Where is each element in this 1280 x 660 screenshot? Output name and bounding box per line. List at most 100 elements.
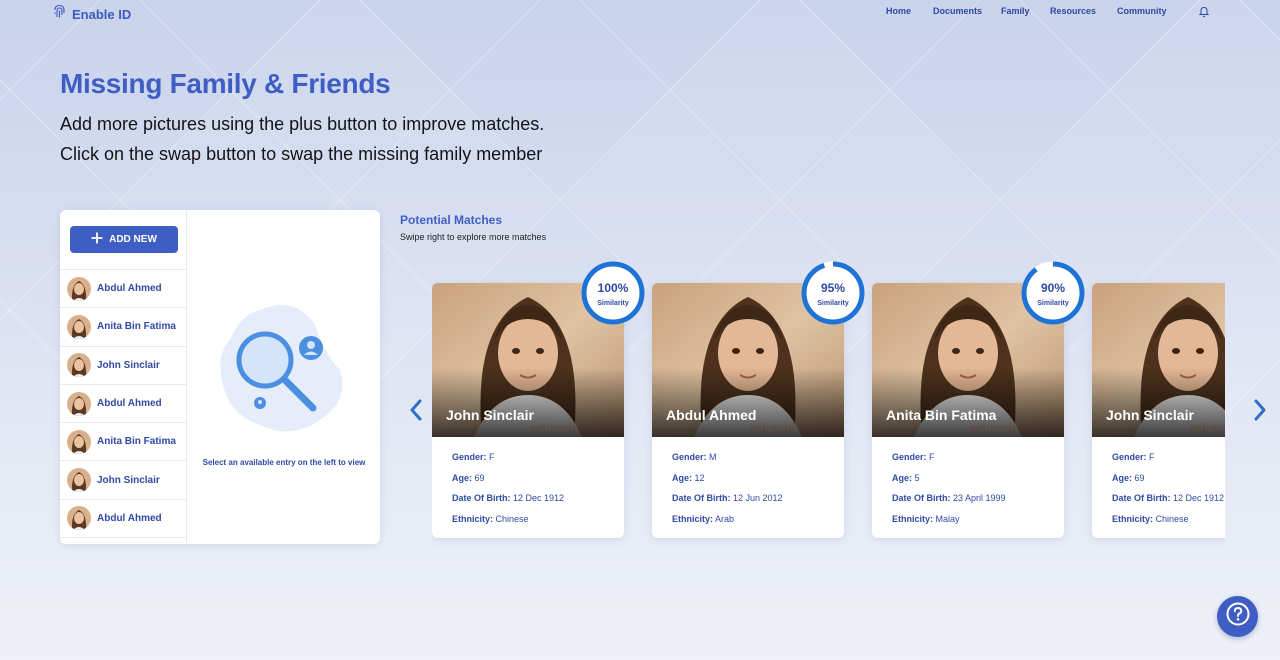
match-ethnicity: Ethnicity: Chinese	[1112, 511, 1225, 532]
match-details: Gender: F Age: 69 Date Of Birth: 12 Dec 19…	[1112, 449, 1225, 531]
similarity-ring: 100% Similarity	[580, 260, 646, 326]
nav-home[interactable]: Home	[886, 6, 911, 16]
bell-icon[interactable]	[1198, 5, 1210, 23]
nav-documents[interactable]: Documents	[933, 6, 982, 16]
match-age-label: Age:	[452, 472, 472, 483]
chevron-right-icon[interactable]	[1252, 398, 1268, 427]
match-dob-label: Date Of Birth:	[892, 493, 951, 503]
match-ethnicity-label: Ethnicity:	[1112, 513, 1154, 524]
match-ethnicity-label: Ethnicity:	[672, 513, 714, 524]
list-item[interactable]: Abdul Ahmed	[60, 500, 187, 539]
list-item-name: Abdul Ahmed	[97, 398, 162, 410]
avatar	[67, 314, 91, 339]
entry-list-column: ADD NEW Abdul Ahmed Anita Bin Fatima Joh…	[60, 210, 187, 544]
entry-list: Abdul Ahmed Anita Bin Fatima John Sincla…	[60, 269, 187, 539]
match-age-label: Age:	[1112, 472, 1132, 483]
match-carousel[interactable]: educati John Sinclair Gender: F Age: 69 Date…	[432, 260, 1225, 550]
match-ethnicity-label: Ethnicity:	[452, 513, 494, 524]
similarity-label: Similarity	[597, 300, 629, 307]
match-dob-value: 12 Dec 1912	[510, 493, 565, 503]
avatar	[67, 391, 91, 416]
match-gender: Gender: F	[1112, 449, 1225, 470]
match-age-value: 5	[912, 472, 920, 483]
list-item-name: Anita Bin Fatima	[97, 321, 176, 333]
match-gender-label: Gender:	[672, 452, 707, 462]
photo-watermark: educati	[530, 420, 575, 436]
match-dob: Date Of Birth: 12 Dec 1912	[1112, 490, 1225, 511]
match-ethnicity: Ethnicity: Chinese	[452, 511, 624, 532]
empty-state-text: Select an available entry on the left to…	[202, 458, 366, 467]
match-gender-value: F	[1146, 452, 1155, 462]
match-ethnicity-value: Arab	[713, 513, 735, 524]
match-name: John Sinclair	[1106, 407, 1194, 423]
match-dob: Date Of Birth: 12 Jun 2012	[672, 490, 844, 511]
match-age-value: 69	[1132, 472, 1145, 483]
match-details: Gender: F Age: 69 Date Of Birth: 12 Dec 19…	[452, 449, 624, 531]
list-item-name: Anita Bin Fatima	[97, 436, 176, 448]
match-details: Gender: M Age: 12 Date Of Birth: 12 Jun 20…	[672, 449, 844, 531]
question-icon	[1226, 602, 1250, 631]
match-dob-value: 23 April 1999	[950, 493, 1006, 503]
match-card[interactable]: educati John Sinclair Gender: F Age: 69 Date…	[1092, 283, 1225, 538]
match-gender: Gender: F	[892, 449, 1064, 470]
chevron-left-icon[interactable]	[408, 398, 424, 427]
nav-family[interactable]: Family	[1001, 6, 1030, 16]
similarity-ring: 90% Similarity	[1020, 260, 1086, 326]
list-item[interactable]: Abdul Ahmed	[60, 270, 187, 309]
help-button[interactable]	[1217, 596, 1258, 637]
match-gender-value: M	[706, 452, 717, 462]
match-ethnicity-value: Chinese	[1153, 513, 1189, 524]
photo-watermark: educati	[750, 420, 795, 436]
match-gender-label: Gender:	[1112, 452, 1147, 462]
match-age-label: Age:	[672, 472, 692, 483]
match-age: Age: 12	[672, 470, 844, 491]
list-item[interactable]: Abdul Ahmed	[60, 385, 187, 424]
avatar	[67, 353, 91, 378]
match-ethnicity-value: Chinese	[493, 513, 529, 524]
list-item-name: John Sinclair	[97, 359, 160, 371]
similarity-ring: 95% Similarity	[800, 260, 866, 326]
similarity-label: Similarity	[817, 300, 849, 307]
match-dob-value: 12 Jun 2012	[730, 493, 783, 503]
magnifier-user-icon	[215, 300, 355, 445]
similarity-percent: 100%	[597, 281, 629, 295]
list-item-name: Abdul Ahmed	[97, 512, 162, 524]
list-item[interactable]: Anita Bin Fatima	[60, 423, 187, 462]
match-gender: Gender: M	[672, 449, 844, 470]
nav-resources[interactable]: Resources	[1050, 6, 1096, 16]
match-age-value: 69	[472, 472, 485, 483]
add-new-label: ADD NEW	[109, 234, 157, 245]
match-name: Abdul Ahmed	[666, 407, 757, 423]
match-gender: Gender: F	[452, 449, 624, 470]
avatar	[67, 506, 91, 531]
match-name: Anita Bin Fatima	[886, 407, 997, 423]
list-item[interactable]: Anita Bin Fatima	[60, 308, 187, 347]
match-details: Gender: F Age: 5 Date Of Birth: 23 April 1…	[892, 449, 1064, 531]
family-panel: ADD NEW Abdul Ahmed Anita Bin Fatima Joh…	[60, 210, 380, 544]
matches-title: Potential Matches	[400, 213, 503, 227]
avatar	[67, 468, 91, 493]
match-gender-label: Gender:	[452, 452, 487, 462]
match-gender-label: Gender:	[892, 452, 927, 462]
list-item[interactable]: John Sinclair	[60, 461, 187, 500]
match-age-label: Age:	[892, 472, 912, 483]
photo-watermark: educati	[1190, 420, 1225, 436]
match-age-value: 12	[692, 472, 705, 483]
match-name: John Sinclair	[446, 407, 534, 423]
instruction-swap: Click on the swap button to swap the mis…	[60, 144, 543, 164]
match-dob: Date Of Birth: 23 April 1999	[892, 490, 1064, 511]
instruction-add-pictures: Add more pictures using the plus button …	[60, 114, 545, 134]
similarity-label: Similarity	[1037, 300, 1069, 307]
plus-icon	[91, 232, 103, 247]
nav-community[interactable]: Community	[1117, 6, 1167, 16]
match-dob-label: Date Of Birth:	[452, 493, 511, 503]
match-ethnicity-value: Malay	[933, 513, 960, 524]
match-age: Age: 5	[892, 470, 1064, 491]
match-age: Age: 69	[452, 470, 624, 491]
match-dob: Date Of Birth: 12 Dec 1912	[452, 490, 624, 511]
match-dob-label: Date Of Birth:	[1112, 493, 1171, 503]
list-item[interactable]: John Sinclair	[60, 347, 187, 385]
avatar	[67, 276, 91, 301]
top-nav: Home Documents Family Resources Communit…	[0, 6, 1280, 20]
add-new-button[interactable]: ADD NEW	[70, 226, 178, 253]
